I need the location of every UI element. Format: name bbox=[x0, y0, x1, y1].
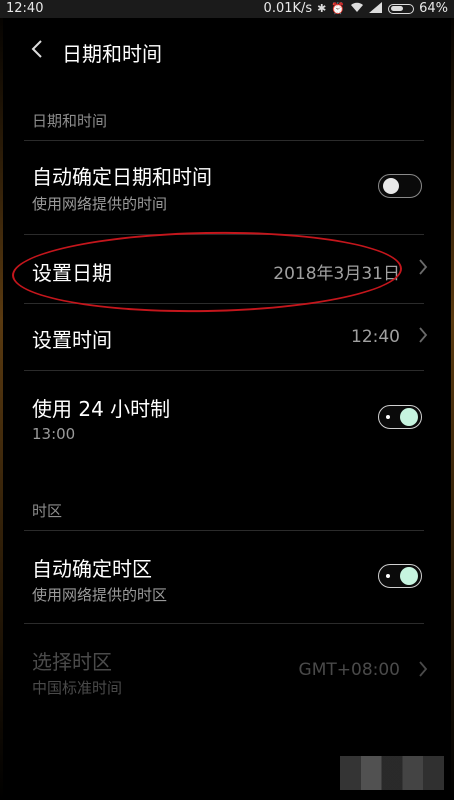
chevron-right-icon bbox=[418, 257, 428, 281]
bluetooth-icon: ✱ bbox=[317, 2, 327, 15]
auto-timezone-toggle[interactable] bbox=[378, 564, 422, 588]
chevron-right-icon bbox=[418, 325, 428, 349]
auto-timezone-sublabel: 使用网络提供的时区 bbox=[32, 586, 168, 604]
set-time-label: 设置时间 bbox=[32, 328, 112, 352]
header: 日期和时间 bbox=[0, 18, 454, 82]
battery-icon bbox=[388, 3, 415, 14]
chevron-left-icon bbox=[31, 40, 42, 58]
row-use-24h[interactable]: 使用 24 小时制 13:00 bbox=[0, 371, 454, 465]
section-header-datetime: 日期和时间 bbox=[32, 112, 108, 130]
select-timezone-sublabel: 中国标准时间 bbox=[32, 679, 123, 697]
wifi-icon bbox=[350, 2, 364, 16]
row-auto-timezone[interactable]: 自动确定时区 使用网络提供的时区 bbox=[0, 531, 454, 623]
net-speed: 0.01K/s bbox=[263, 1, 313, 16]
toggle-dot bbox=[386, 574, 390, 578]
chevron-right-icon bbox=[418, 659, 428, 683]
auto-datetime-label: 自动确定日期和时间 bbox=[32, 165, 212, 189]
toggle-dot bbox=[386, 415, 390, 419]
status-bar: 12:40 0.01K/s ✱ ⏰ 64% bbox=[0, 0, 454, 18]
status-time: 12:40 bbox=[6, 1, 44, 16]
back-button[interactable] bbox=[30, 38, 56, 64]
toggle-knob bbox=[383, 178, 399, 194]
page-title: 日期和时间 bbox=[62, 42, 162, 66]
battery-percent: 64% bbox=[419, 1, 448, 16]
section-header-timezone: 时区 bbox=[32, 502, 63, 520]
signal-icon bbox=[369, 1, 383, 16]
use-24h-label: 使用 24 小时制 bbox=[32, 397, 171, 421]
auto-timezone-label: 自动确定时区 bbox=[32, 557, 152, 581]
auto-datetime-sublabel: 使用网络提供的时间 bbox=[32, 195, 168, 213]
auto-datetime-toggle[interactable] bbox=[378, 174, 422, 198]
select-timezone-value: GMT+08:00 bbox=[298, 660, 400, 680]
alarm-icon: ⏰ bbox=[331, 2, 346, 15]
set-time-value: 12:40 bbox=[351, 327, 400, 347]
status-right-group: 0.01K/s ✱ ⏰ 64% bbox=[264, 1, 448, 16]
toggle-knob bbox=[400, 567, 418, 585]
blurred-watermark bbox=[340, 756, 444, 790]
row-set-time[interactable]: 设置时间 12:40 bbox=[0, 304, 454, 370]
use-24h-toggle[interactable] bbox=[378, 405, 422, 429]
select-timezone-label: 选择时区 bbox=[32, 650, 112, 674]
row-select-timezone: 选择时区 中国标准时间 GMT+08:00 bbox=[0, 624, 454, 716]
use-24h-sublabel: 13:00 bbox=[32, 425, 76, 443]
row-auto-datetime[interactable]: 自动确定日期和时间 使用网络提供的时间 bbox=[0, 141, 454, 234]
toggle-knob bbox=[400, 408, 418, 426]
battery-fill bbox=[390, 6, 404, 11]
